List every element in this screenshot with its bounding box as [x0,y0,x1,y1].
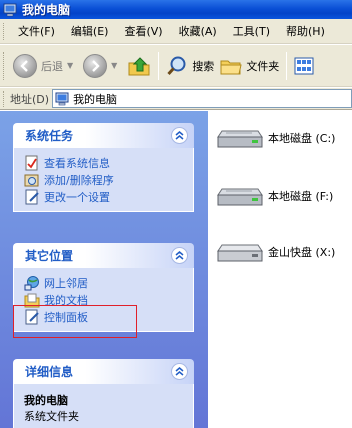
menu-grip[interactable] [3,22,6,40]
back-arrow-icon [13,53,37,78]
network-places-link[interactable]: 网上邻居 [24,274,193,291]
drive-item[interactable]: 本地磁盘 (F:) [216,183,333,209]
address-value: 我的电脑 [73,92,118,106]
back-button[interactable]: 后退 ▼ [10,50,80,82]
add-remove-programs-icon [24,174,39,186]
view-system-info-label: 查看系统信息 [44,156,110,170]
drive-label: 本地磁盘 (C:) [268,132,336,145]
network-places-label: 网上邻居 [44,276,88,290]
view-system-info-link[interactable]: 查看系统信息 [24,154,193,171]
toolbar-separator [158,51,160,80]
menu-bar: 文件(F) 编辑(E) 查看(V) 收藏(A) 工具(T) 帮助(H) [0,19,352,44]
change-setting-icon [25,189,39,204]
add-remove-programs-link[interactable]: 添加/删除程序 [24,171,193,188]
hard-disk-icon [217,188,263,206]
my-computer-icon [3,3,17,16]
network-drive-icon [217,244,263,262]
details-title: 详细信息 [25,365,74,379]
back-dropdown-icon[interactable]: ▼ [67,61,73,70]
system-tasks-header[interactable]: 系统任务 [13,123,194,148]
system-tasks-title: 系统任务 [25,129,74,143]
views-button[interactable] [291,50,317,82]
hard-disk-icon [217,130,263,148]
folders-icon [220,60,242,74]
toolbar-separator [286,51,288,80]
collapse-icon[interactable] [171,363,188,380]
system-tasks-panel: 系统任务 查看系统信息 添加/删除程序 更改一个设置 [13,123,194,212]
address-label: 地址(D) [10,92,50,106]
drive-list: 本地磁盘 (C:) 本地磁盘 (F:) 金山快盘 (X:) [208,111,352,428]
standard-toolbar: 后退 ▼ ▼ 搜索 文件夹 [0,45,352,87]
drive-label: 本地磁盘 (F:) [268,190,334,203]
forward-arrow-icon [83,53,108,78]
menu-edit[interactable]: 编辑(E) [63,23,117,39]
network-places-icon [24,275,39,290]
details-name: 我的电脑 [24,394,68,407]
collapse-icon[interactable] [171,127,188,144]
back-label: 后退 [41,59,63,73]
collapse-icon[interactable] [171,247,188,264]
window-title: 我的电脑 [22,3,71,17]
up-button[interactable] [124,50,154,82]
details-type: 系统文件夹 [24,410,79,423]
menu-file[interactable]: 文件(F) [10,23,63,39]
folder-up-icon [128,56,150,75]
drive-item[interactable]: 本地磁盘 (C:) [216,125,335,151]
other-places-header[interactable]: 其它位置 [13,243,194,268]
menu-help[interactable]: 帮助(H) [278,23,333,39]
forward-dropdown-icon[interactable]: ▼ [111,61,117,70]
menu-view[interactable]: 查看(V) [116,23,170,39]
highlight-box [13,305,137,338]
address-grip[interactable] [3,90,6,107]
system-info-icon [25,155,38,170]
search-icon [167,56,186,75]
address-input[interactable]: 我的电脑 [52,89,352,108]
change-setting-link[interactable]: 更改一个设置 [24,188,193,205]
drive-label: 金山快盘 (X:) [268,246,336,259]
forward-button[interactable]: ▼ [80,50,124,82]
folders-label: 文件夹 [246,59,280,73]
menu-tools[interactable]: 工具(T) [225,23,278,39]
search-label: 搜索 [192,59,215,73]
details-panel: 详细信息 我的电脑 系统文件夹 [13,359,194,428]
system-tasks-body: 查看系统信息 添加/删除程序 更改一个设置 [13,148,194,212]
other-places-title: 其它位置 [25,249,74,263]
menu-favorites[interactable]: 收藏(A) [171,23,225,39]
title-bar: 我的电脑 [0,0,352,19]
search-button[interactable]: 搜索 [163,50,217,82]
drive-item[interactable]: 金山快盘 (X:) [216,239,335,265]
views-icon [294,57,314,74]
add-remove-programs-label: 添加/删除程序 [44,173,114,187]
toolbar-grip[interactable] [3,51,6,80]
my-computer-icon [55,92,69,105]
folders-button[interactable]: 文件夹 [217,50,282,82]
address-bar: 地址(D) 我的电脑 [0,88,352,110]
change-setting-label: 更改一个设置 [44,190,110,204]
details-header[interactable]: 详细信息 [13,359,194,384]
details-body: 我的电脑 系统文件夹 [13,384,194,428]
